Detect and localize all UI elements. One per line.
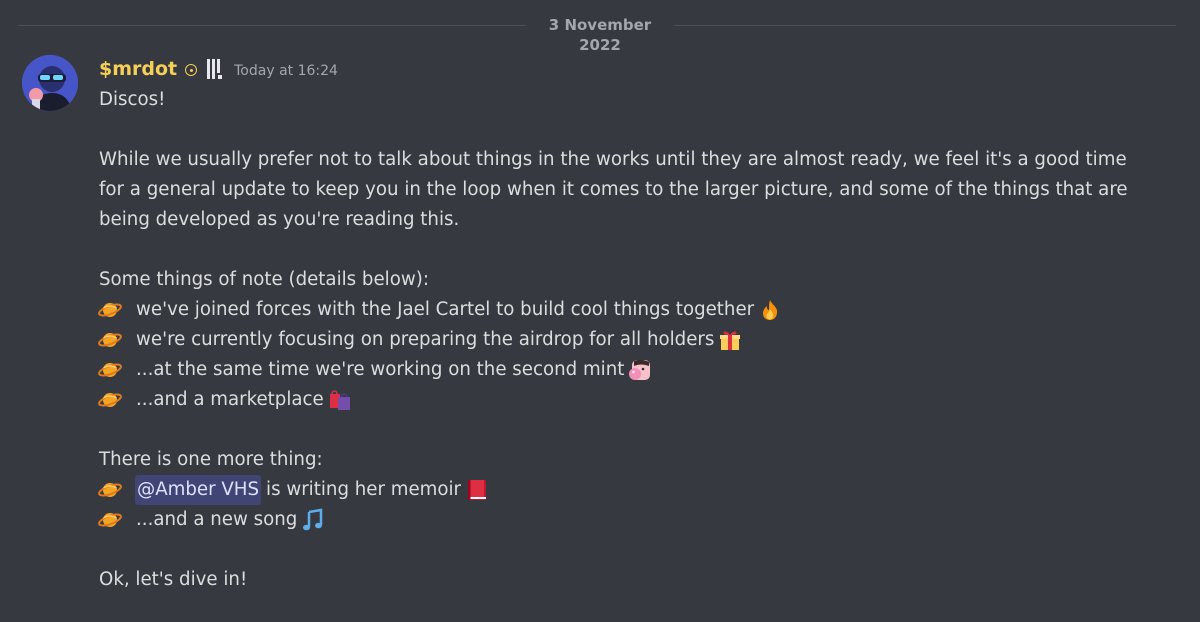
list-item-text: we've joined forces with the Jael Cartel… [136,299,755,320]
list-item: ...and a new song [98,505,1179,535]
fire-icon [758,298,782,322]
list-item-text: ...and a new song [136,509,298,530]
list-item-text: we're currently focusing on preparing th… [136,329,715,350]
ringed-planet-icon [98,478,122,502]
ringed-planet-icon [98,358,122,382]
message-header: $mrdot Today at 16:24 [99,55,338,83]
chat-view: 3 November 2022 $mrdot Today at 16:24 Di… [0,0,1200,622]
closing-line: Ok, let's dive in! [99,569,248,590]
ringed-planet-icon [98,328,122,352]
red-book-icon [465,478,489,502]
list-item: ...and a marketplace [98,385,1179,415]
list-item: ...at the same time we're working on the… [98,355,1179,385]
username[interactable]: $mrdot [99,55,177,83]
bubblegum-face-icon [628,358,652,382]
paragraph-line: for a general update to keep you in the … [99,179,1128,200]
list-item-text: is writing her memoir [266,479,462,500]
ringed-planet-icon [98,388,122,412]
musical-notes-icon [301,508,325,532]
list-item: @Amber VHS is writing her memoir [98,475,1179,505]
list-item-text: ...at the same time we're working on the… [136,359,625,380]
message-content: Discos! While we usually prefer not to t… [98,85,1179,595]
role-badge-icon[interactable] [207,59,223,79]
notes-heading: Some things of note (details below): [99,269,429,290]
message-timestamp[interactable]: Today at 16:24 [234,57,338,85]
shopping-bags-icon [328,388,352,412]
more-heading: There is one more thing: [99,449,323,470]
moon-status-icon [185,64,198,76]
list-item: we're currently focusing on preparing th… [98,325,1179,355]
list-item-text: ...and a marketplace [136,389,324,410]
date-divider-label: 3 November 2022 [526,15,674,55]
ringed-planet-icon [98,508,122,532]
user-mention[interactable]: @Amber VHS [135,475,262,505]
avatar[interactable] [22,55,78,111]
greeting: Discos! [99,89,166,110]
gift-icon [718,328,742,352]
list-item: we've joined forces with the Jael Cartel… [98,295,1179,325]
paragraph-line: being developed as you're reading this. [99,209,460,230]
ringed-planet-icon [98,298,122,322]
paragraph-line: While we usually prefer not to talk abou… [99,149,1127,170]
